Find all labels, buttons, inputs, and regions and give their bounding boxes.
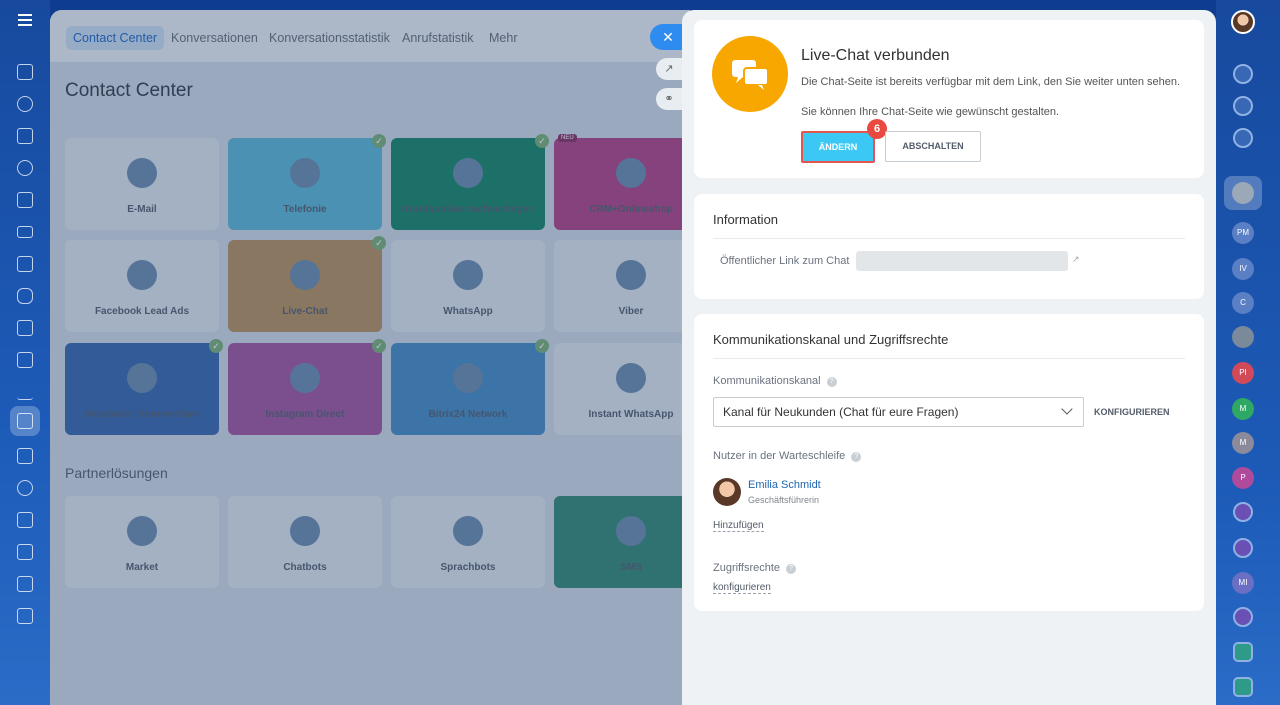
close-slider-button[interactable]: ✕	[650, 24, 686, 50]
rights-label-text: Zugriffsrechte	[713, 562, 781, 574]
divider	[713, 238, 1185, 239]
livechat-icon	[712, 36, 788, 112]
avatar[interactable]: C	[1232, 292, 1254, 314]
channel-select-value: Kanal für Neukunden (Chat für eure Frage…	[723, 405, 959, 419]
step-badge: 6	[867, 119, 887, 139]
avatar[interactable]: MI	[1232, 572, 1254, 594]
contact-center-icon[interactable]	[17, 413, 33, 429]
user-name-link[interactable]: Emilia Schmidt	[748, 479, 821, 491]
add-user-link[interactable]: Hinzufügen	[713, 520, 764, 532]
menu-icon[interactable]	[18, 14, 32, 26]
help-icon[interactable]: ?	[851, 452, 862, 462]
queue-label-text: Nutzer in der Warteschleife	[713, 450, 846, 462]
open-new-window-icon[interactable]: ↗	[656, 58, 682, 80]
avatar[interactable]: PM	[1232, 222, 1254, 244]
information-title: Information	[713, 212, 779, 227]
checklist-icon[interactable]	[17, 352, 33, 368]
right-bar: PM IV C PI M M P MI	[1216, 0, 1280, 705]
avatar[interactable]	[1232, 182, 1254, 204]
copilot-icon[interactable]	[1233, 96, 1253, 116]
cart-icon[interactable]	[17, 448, 33, 464]
information-card: Information Öffentlicher Link zum Chat ↗	[694, 194, 1204, 299]
public-link-label: Öffentlicher Link zum Chat	[720, 255, 850, 267]
notifications-icon[interactable]	[1233, 64, 1253, 84]
avatar[interactable]: IV	[1232, 258, 1254, 280]
sign-icon[interactable]	[17, 512, 33, 528]
help-icon[interactable]: ?	[826, 377, 837, 387]
left-navigation	[0, 0, 50, 705]
panel-description: Die Chat-Seite ist bereits verfügbar mit…	[801, 76, 1181, 88]
disable-button[interactable]: ABSCHALTEN	[885, 131, 981, 162]
user-role: Geschäftsführerin	[748, 495, 820, 505]
profile-avatar[interactable]	[1231, 10, 1255, 34]
chat-icon[interactable]	[17, 288, 33, 304]
divider	[713, 358, 1185, 359]
copilot-chat-icon[interactable]	[1233, 502, 1253, 522]
sites-icon[interactable]	[17, 256, 33, 272]
home-icon[interactable]	[17, 64, 33, 80]
search-icon[interactable]	[1233, 128, 1253, 148]
rights-label: Zugriffsrechte?	[713, 562, 797, 574]
external-link-icon[interactable]: ↗	[1072, 254, 1080, 265]
documents-icon[interactable]	[17, 192, 33, 208]
analytics-icon[interactable]	[17, 384, 33, 400]
channel-select[interactable]: Kanal für Neukunden (Chat für eure Frage…	[713, 397, 1084, 427]
tasks-icon[interactable]	[17, 128, 33, 144]
copilot-chat-icon[interactable]	[1233, 607, 1253, 627]
inventory-icon[interactable]	[17, 544, 33, 560]
apps-icon[interactable]	[17, 608, 33, 624]
help-icon[interactable]: ?	[786, 564, 797, 574]
dim-overlay[interactable]	[50, 10, 690, 705]
chevron-down-icon	[1061, 403, 1073, 415]
calendar-icon[interactable]	[17, 320, 33, 336]
configure-button[interactable]: KONFIGURIEREN	[1094, 407, 1170, 417]
checklist-icon[interactable]	[1233, 642, 1253, 662]
avatar[interactable]: PI	[1232, 362, 1254, 384]
copy-link-icon[interactable]: ⚭	[656, 88, 682, 110]
automation-icon[interactable]	[17, 576, 33, 592]
panel-title: Live-Chat verbunden	[801, 47, 950, 64]
feed-icon[interactable]	[17, 96, 33, 112]
avatar[interactable]	[1232, 326, 1254, 348]
queue-label: Nutzer in der Warteschleife?	[713, 450, 862, 462]
lock-icon[interactable]	[1233, 677, 1253, 697]
avatar[interactable]: M	[1232, 398, 1254, 420]
channel-rights-title: Kommunikationskanal und Zugriffsrechte	[713, 332, 949, 347]
channel-label-text: Kommunikationskanal	[713, 375, 821, 387]
status-card: Live-Chat verbunden Die Chat-Seite ist b…	[694, 20, 1204, 178]
livechat-settings-panel: Live-Chat verbunden Die Chat-Seite ist b…	[682, 10, 1216, 705]
avatar[interactable]: P	[1232, 467, 1254, 489]
public-link-blurred[interactable]	[856, 251, 1068, 271]
avatar	[713, 478, 741, 506]
copilot-chat-icon[interactable]	[1233, 538, 1253, 558]
rights-configure-link[interactable]: konfigurieren	[713, 582, 771, 594]
crm-icon[interactable]	[17, 226, 33, 238]
marketing-icon[interactable]	[17, 480, 33, 496]
channel-rights-card: Kommunikationskanal und Zugriffsrechte K…	[694, 314, 1204, 611]
panel-description-2: Sie können Ihre Chat-Seite wie gewünscht…	[801, 106, 1060, 118]
channel-label: Kommunikationskanal?	[713, 375, 837, 387]
change-button[interactable]: ÄNDERN	[801, 131, 875, 163]
avatar[interactable]: M	[1232, 432, 1254, 454]
contacts-icon[interactable]	[17, 160, 33, 176]
